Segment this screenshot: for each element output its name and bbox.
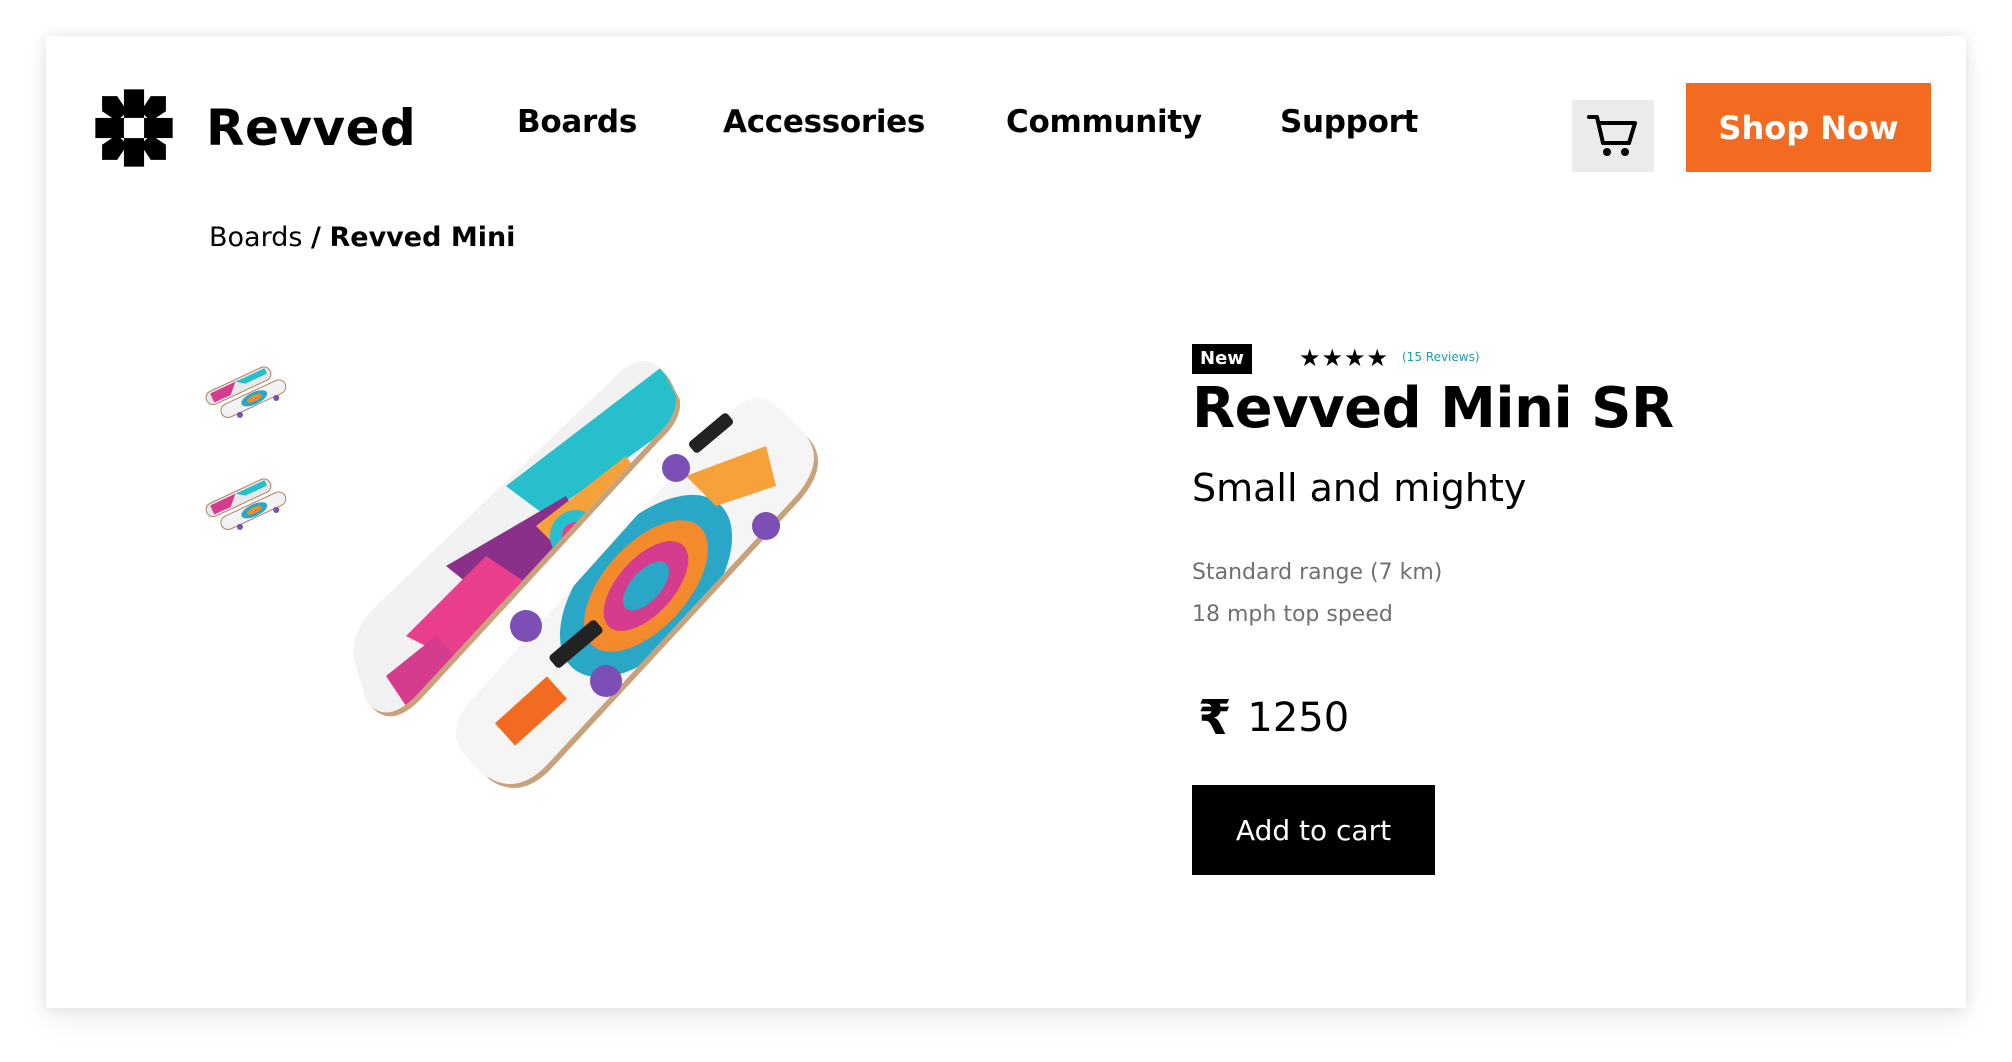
breadcrumb: Boards / Revved Mini (209, 222, 515, 253)
spec-top-speed: 18 mph top speed (1192, 602, 1393, 627)
cart-button[interactable] (1572, 100, 1654, 172)
product-thumbnail-1[interactable] (200, 354, 292, 426)
nav-item-boards[interactable]: Boards (517, 104, 637, 140)
add-to-cart-button[interactable]: Add to cart (1192, 785, 1435, 875)
brand-name: Revved (206, 99, 417, 157)
product-page-card: Revved Boards Accessories Community Supp… (46, 36, 1966, 1008)
rupee-icon: ₹ (1198, 690, 1232, 746)
nav-item-community[interactable]: Community (1006, 104, 1202, 140)
price-amount: 1250 (1247, 695, 1350, 741)
shop-now-button[interactable]: Shop Now (1686, 83, 1931, 172)
revved-logo-icon (95, 89, 173, 167)
new-badge: New (1192, 344, 1252, 374)
brand-logo[interactable]: Revved (92, 86, 416, 170)
spec-range: Standard range (7 km) (1192, 560, 1443, 585)
product-main-image (353, 361, 818, 788)
breadcrumb-separator: / (311, 222, 321, 253)
breadcrumb-boards[interactable]: Boards (209, 222, 302, 253)
reviews-link[interactable]: (15 Reviews) (1402, 350, 1480, 364)
breadcrumb-current: Revved Mini (329, 222, 516, 253)
product-title: Revved Mini SR (1192, 376, 1674, 441)
rating-stars: ★★★★ (1299, 344, 1390, 372)
nav-item-support[interactable]: Support (1280, 104, 1418, 140)
product-thumbnail-2[interactable] (200, 466, 292, 538)
cart-icon (1587, 115, 1637, 156)
nav-item-accessories[interactable]: Accessories (723, 104, 925, 140)
product-price: ₹ 1250 (1198, 690, 1349, 746)
product-subtitle: Small and mighty (1192, 466, 1527, 510)
